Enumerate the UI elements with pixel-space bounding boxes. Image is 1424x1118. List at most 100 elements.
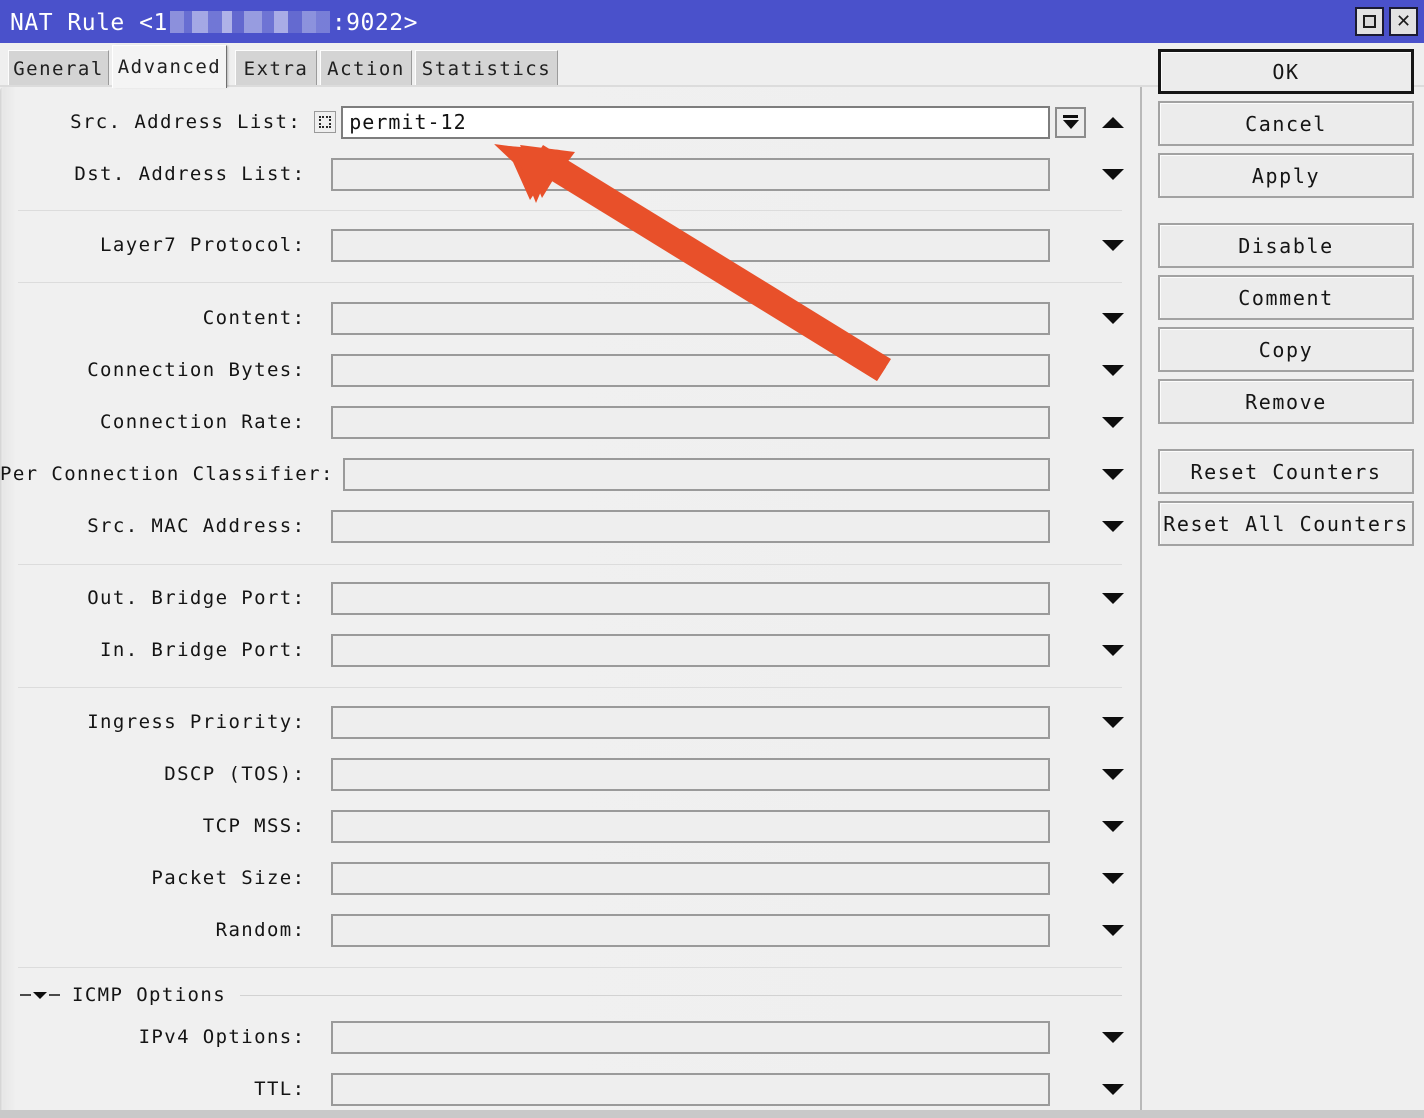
- field-row-connection-rate: Connection Rate:: [0, 405, 1140, 439]
- tab-extra-label: Extra: [243, 58, 309, 80]
- tab-statistics[interactable]: Statistics: [415, 50, 558, 87]
- chevron-up-icon: [1102, 116, 1124, 128]
- input-src-mac-address[interactable]: [331, 509, 1050, 543]
- input-layer7-protocol[interactable]: [331, 228, 1050, 262]
- reset-all-counters-button[interactable]: Reset All Counters: [1158, 501, 1414, 546]
- label-random: Random:: [215, 919, 306, 941]
- expand-arrow-connection-bytes[interactable]: [1086, 364, 1140, 376]
- input-ingress-priority[interactable]: [331, 705, 1050, 739]
- label-content: Content:: [202, 307, 306, 329]
- input-dst-address-list[interactable]: [331, 157, 1050, 191]
- chevron-down-icon: [1102, 520, 1124, 532]
- input-out-bridge-port[interactable]: [331, 581, 1050, 615]
- input-per-connection-classifier[interactable]: [343, 457, 1050, 491]
- input-ipv4-options[interactable]: [331, 1020, 1050, 1054]
- tab-advanced-label: Advanced: [117, 56, 222, 78]
- button-group-gap-2: [1158, 431, 1414, 449]
- field-row-per-connection-classifier: Per Connection Classifier:: [0, 457, 1140, 491]
- window-title-suffix: :9022>: [331, 9, 418, 36]
- input-src-address-list[interactable]: permit-12: [341, 105, 1050, 139]
- form-divider-3: [18, 564, 1122, 565]
- input-packet-size[interactable]: [331, 861, 1050, 895]
- label-ingress-priority: Ingress Priority:: [87, 711, 306, 733]
- remove-button[interactable]: Remove: [1158, 379, 1414, 424]
- tab-general[interactable]: General: [8, 50, 109, 87]
- expand-arrow-ttl[interactable]: [1086, 1083, 1140, 1095]
- field-row-in-bridge-port: In. Bridge Port:: [0, 633, 1140, 667]
- expand-arrow-per-connection-classifier[interactable]: [1086, 468, 1140, 480]
- expand-arrow-src-mac-address[interactable]: [1086, 520, 1140, 532]
- field-row-connection-bytes: Connection Bytes:: [0, 353, 1140, 387]
- expand-arrow-dscp-tos[interactable]: [1086, 768, 1140, 780]
- field-row-dst-address-list: Dst. Address List:: [0, 157, 1140, 191]
- field-row-src-mac-address: Src. MAC Address:: [0, 509, 1140, 543]
- panel-divider: [1140, 87, 1142, 1118]
- dropdown-list-icon: [1062, 115, 1079, 129]
- input-connection-bytes[interactable]: [331, 353, 1050, 387]
- field-row-src-address-list: Src. Address List: permit-12: [0, 105, 1140, 139]
- tab-advanced[interactable]: Advanced: [112, 45, 227, 88]
- expand-arrow-packet-size[interactable]: [1086, 872, 1140, 884]
- expand-arrow-connection-rate[interactable]: [1086, 416, 1140, 428]
- label-connection-rate: Connection Rate:: [100, 411, 306, 433]
- chevron-down-icon: [1102, 872, 1124, 884]
- dialog-button-panel: OK Cancel Apply Disable Comment Copy Rem…: [1158, 49, 1414, 553]
- expand-arrow-content[interactable]: [1086, 312, 1140, 324]
- disable-button[interactable]: Disable: [1158, 223, 1414, 268]
- label-packet-size: Packet Size:: [151, 867, 306, 889]
- label-src-mac-address: Src. MAC Address:: [87, 515, 306, 537]
- chevron-down-icon: [33, 991, 47, 999]
- section-toggle-icmp-options[interactable]: [20, 991, 60, 999]
- field-row-layer7-protocol: Layer7 Protocol:: [0, 228, 1140, 262]
- field-row-content: Content:: [0, 301, 1140, 335]
- input-tcp-mss[interactable]: [331, 809, 1050, 843]
- window-title-prefix: NAT Rule <1: [10, 9, 168, 36]
- tab-extra[interactable]: Extra: [235, 50, 317, 87]
- titlebar: NAT Rule <1 :9022> ✕: [0, 0, 1424, 43]
- maximize-icon: [1363, 15, 1376, 28]
- expand-arrow-ipv4-options[interactable]: [1086, 1031, 1140, 1043]
- tab-action[interactable]: Action: [320, 50, 412, 87]
- input-content[interactable]: [331, 301, 1050, 335]
- field-row-ingress-priority: Ingress Priority:: [0, 705, 1140, 739]
- ok-button[interactable]: OK: [1158, 49, 1414, 94]
- label-out-bridge-port: Out. Bridge Port:: [87, 587, 306, 609]
- maximize-button[interactable]: [1355, 7, 1384, 36]
- expand-arrow-in-bridge-port[interactable]: [1086, 644, 1140, 656]
- chevron-down-icon: [1102, 312, 1124, 324]
- form-divider-5: [18, 967, 1122, 968]
- input-ttl[interactable]: [331, 1072, 1050, 1106]
- advanced-form-panel: Src. Address List: permit-12 Dst. Addres…: [0, 87, 1140, 1118]
- field-row-ipv4-options: IPv4 Options:: [0, 1020, 1140, 1054]
- negation-checkbox-src-address-list[interactable]: [314, 111, 337, 133]
- chevron-down-icon: [1102, 820, 1124, 832]
- input-connection-rate[interactable]: [331, 405, 1050, 439]
- chevron-down-icon: [1102, 592, 1124, 604]
- close-button[interactable]: ✕: [1389, 7, 1418, 36]
- expand-arrow-dst-address-list[interactable]: [1086, 168, 1140, 180]
- expand-arrow-out-bridge-port[interactable]: [1086, 592, 1140, 604]
- expand-arrow-tcp-mss[interactable]: [1086, 820, 1140, 832]
- field-row-random: Random:: [0, 913, 1140, 947]
- expand-arrow-layer7-protocol[interactable]: [1086, 239, 1140, 251]
- input-random[interactable]: [331, 913, 1050, 947]
- expand-arrow-ingress-priority[interactable]: [1086, 716, 1140, 728]
- field-row-dscp-tos: DSCP (TOS):: [0, 757, 1140, 791]
- cancel-button[interactable]: Cancel: [1158, 101, 1414, 146]
- comment-button[interactable]: Comment: [1158, 275, 1414, 320]
- collapse-arrow-src-address-list[interactable]: [1086, 116, 1140, 128]
- chevron-down-icon: [1102, 644, 1124, 656]
- input-dscp-tos[interactable]: [331, 757, 1050, 791]
- button-group-gap-1: [1158, 205, 1414, 223]
- chevron-down-icon: [1102, 468, 1124, 480]
- copy-button[interactable]: Copy: [1158, 327, 1414, 372]
- expand-arrow-random[interactable]: [1086, 924, 1140, 936]
- chevron-down-icon: [1102, 239, 1124, 251]
- chevron-down-icon: [1102, 716, 1124, 728]
- input-in-bridge-port[interactable]: [331, 633, 1050, 667]
- chevron-down-icon: [1102, 1083, 1124, 1095]
- reset-counters-button[interactable]: Reset Counters: [1158, 449, 1414, 494]
- apply-button[interactable]: Apply: [1158, 153, 1414, 198]
- dropdown-select-button-src-address-list[interactable]: [1055, 106, 1086, 138]
- chevron-down-icon: [1102, 364, 1124, 376]
